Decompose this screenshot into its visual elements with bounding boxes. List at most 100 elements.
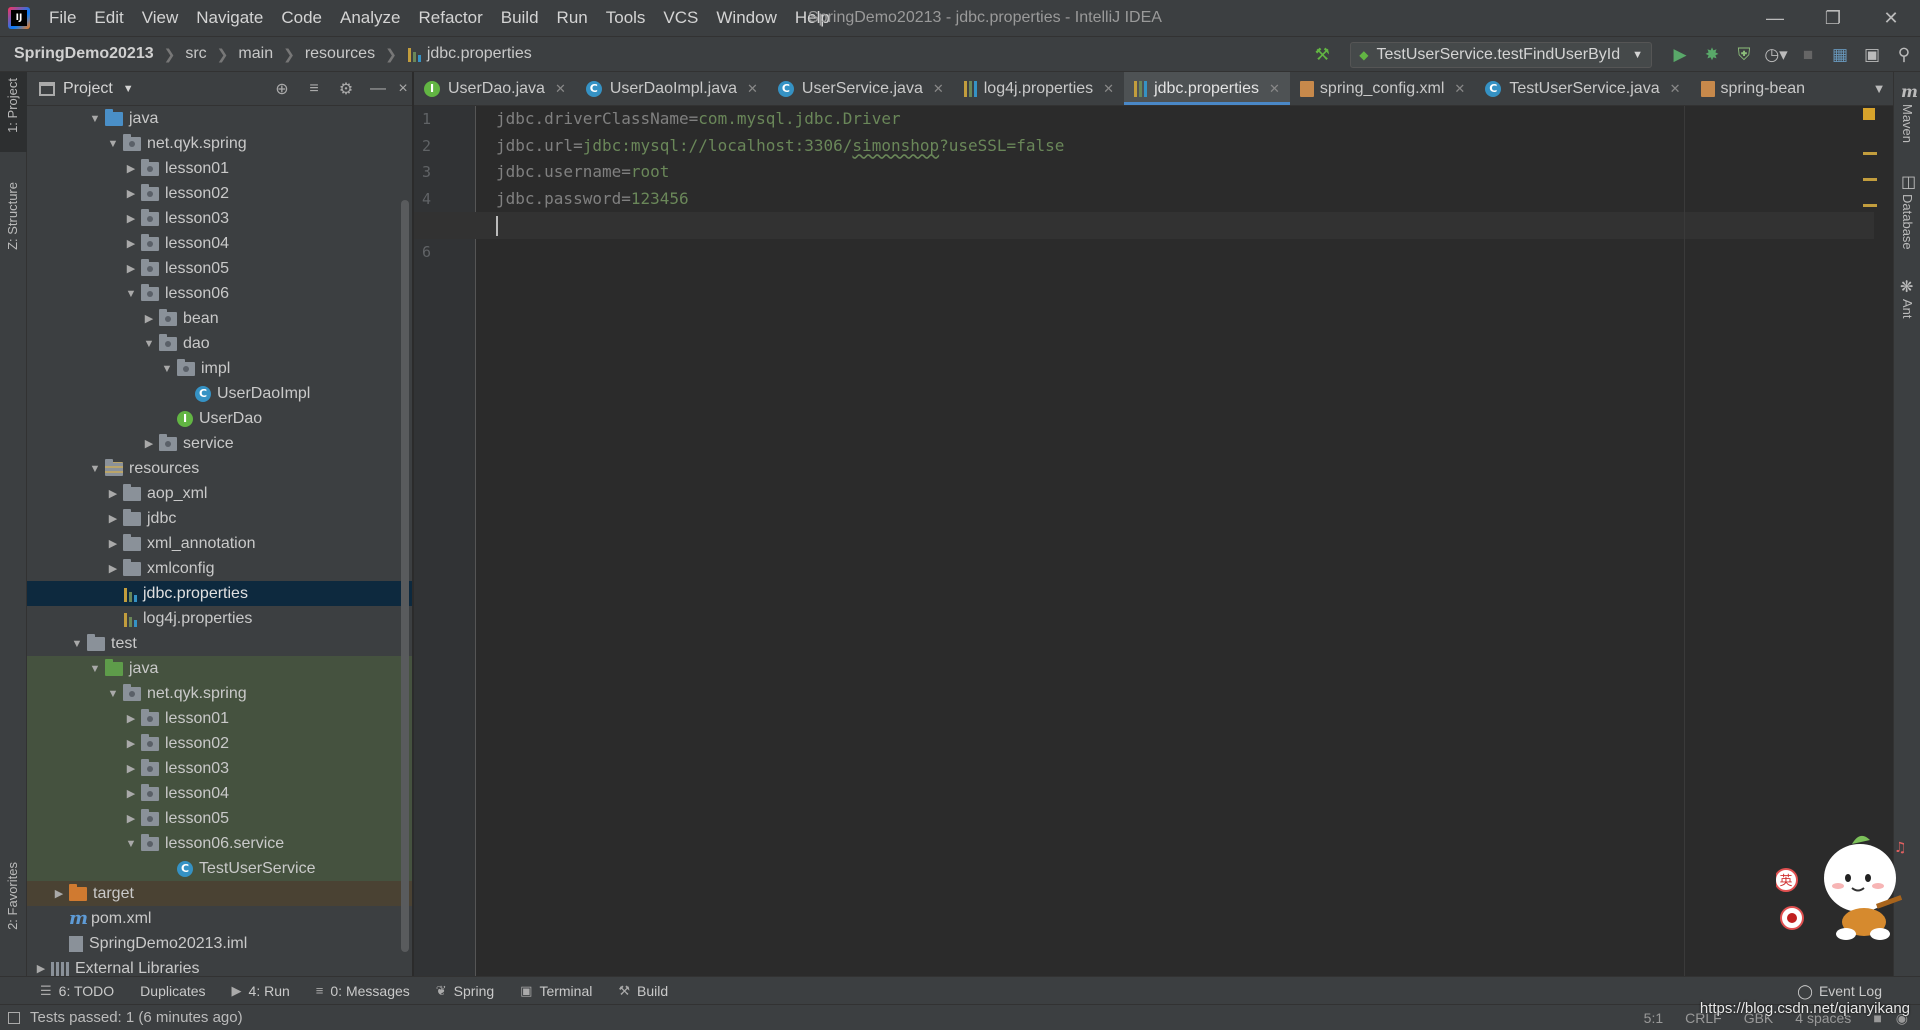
tree-item[interactable]: ▶ lesson02 — [27, 731, 412, 756]
expanded-arrow-icon[interactable]: ▼ — [67, 638, 87, 650]
collapsed-arrow-icon[interactable]: ▶ — [103, 487, 123, 500]
maven-tool-tab[interactable]: m Maven — [1894, 72, 1920, 152]
inspection-warning-icon[interactable] — [1863, 108, 1875, 120]
collapsed-arrow-icon[interactable]: ▶ — [121, 262, 141, 275]
tree-item[interactable]: ▶ lesson03 — [27, 756, 412, 781]
editor-tab[interactable]: jdbc.properties ✕ — [1124, 72, 1290, 105]
expanded-arrow-icon[interactable]: ▼ — [121, 838, 141, 850]
menu-view[interactable]: View — [133, 0, 188, 36]
editor-tab[interactable]: C UserService.java ✕ — [768, 72, 954, 105]
tree-item[interactable]: SpringDemo20213.iml — [27, 931, 412, 956]
collapsed-arrow-icon[interactable]: ▶ — [139, 437, 159, 450]
tree-item[interactable]: ▶ lesson05 — [27, 806, 412, 831]
tool-window-duplicates[interactable]: Duplicates — [140, 983, 205, 999]
menu-run[interactable]: Run — [548, 0, 597, 36]
menu-edit[interactable]: Edit — [85, 0, 132, 36]
tree-item[interactable]: ▶ lesson01 — [27, 706, 412, 731]
profile-icon[interactable]: ◷▾ — [1760, 37, 1792, 73]
menu-build[interactable]: Build — [492, 0, 548, 36]
expanded-arrow-icon[interactable]: ▼ — [121, 288, 141, 300]
tree-item[interactable]: ▶ xml_annotation — [27, 531, 412, 556]
code-area[interactable]: jdbc.driverClassName=com.mysql.jdbc.Driv… — [414, 106, 1874, 266]
tree-item[interactable]: ▼ test — [27, 631, 412, 656]
tree-item[interactable]: ▼ java — [27, 656, 412, 681]
editor-tab[interactable]: C UserDaoImpl.java ✕ — [576, 72, 768, 105]
tool-window-todo[interactable]: ☰ 6: TODO — [40, 983, 114, 999]
close-icon[interactable]: ✕ — [555, 81, 566, 97]
tree-item[interactable]: C UserDaoImpl — [27, 381, 412, 406]
code-line[interactable] — [484, 239, 1874, 266]
tree-item[interactable]: ▼ resources — [27, 456, 412, 481]
menu-navigate[interactable]: Navigate — [187, 0, 272, 36]
tree-item[interactable]: ▶ service — [27, 431, 412, 456]
hide-panel-icon[interactable]: — — [362, 80, 394, 98]
close-icon[interactable]: ✕ — [747, 81, 758, 97]
collapse-all-icon[interactable]: ≡ — [298, 80, 330, 98]
tree-item[interactable]: ▶ xmlconfig — [27, 556, 412, 581]
expanded-arrow-icon[interactable]: ▼ — [157, 363, 177, 375]
tree-item[interactable]: ▶ lesson05 — [27, 256, 412, 281]
project-scrollbar[interactable] — [401, 200, 409, 952]
menu-vcs[interactable]: VCS — [654, 0, 707, 36]
close-icon[interactable]: ✕ — [933, 81, 944, 97]
breadcrumb-item[interactable]: SpringDemo20213 — [0, 45, 156, 63]
tree-item[interactable]: ▶ jdbc — [27, 506, 412, 531]
tree-item[interactable]: C TestUserService — [27, 856, 412, 881]
warning-mark[interactable] — [1863, 152, 1877, 155]
tree-item[interactable]: ▶ lesson03 — [27, 206, 412, 231]
breadcrumb-item[interactable]: src — [183, 45, 208, 63]
tree-item[interactable]: ▶ lesson02 — [27, 181, 412, 206]
expanded-arrow-icon[interactable]: ▼ — [85, 463, 105, 475]
menu-tools[interactable]: Tools — [597, 0, 655, 36]
current-line[interactable] — [414, 212, 1874, 239]
tree-item[interactable]: ▶ lesson01 — [27, 156, 412, 181]
collapsed-arrow-icon[interactable]: ▶ — [103, 512, 123, 525]
collapsed-arrow-icon[interactable]: ▶ — [49, 887, 69, 900]
tree-item[interactable]: ▶ bean — [27, 306, 412, 331]
project-view-selector[interactable]: Project ▼ — [39, 80, 134, 98]
warning-mark[interactable] — [1863, 204, 1877, 207]
tree-item[interactable]: m pom.xml — [27, 906, 412, 931]
expanded-arrow-icon[interactable]: ▼ — [139, 338, 159, 350]
code-line[interactable]: jdbc.password=123456 — [484, 186, 1874, 213]
editor-tab[interactable]: spring-bean — [1691, 72, 1816, 105]
collapsed-arrow-icon[interactable]: ▶ — [121, 212, 141, 225]
status-message[interactable]: Tests passed: 1 (6 minutes ago) — [0, 1009, 243, 1026]
layout-icon[interactable]: ▣ — [1856, 37, 1888, 73]
structure-tool-tab[interactable]: Z: Structure — [0, 182, 27, 282]
close-icon[interactable]: × — [394, 80, 412, 98]
database-tool-tab[interactable]: ◫ Database — [1894, 172, 1920, 272]
tree-item[interactable]: ▼ impl — [27, 356, 412, 381]
warning-mark[interactable] — [1863, 178, 1877, 181]
tool-window-terminal[interactable]: ▣ Terminal — [520, 983, 592, 999]
editor-tab[interactable]: spring_config.xml ✕ — [1290, 72, 1475, 105]
code-line[interactable]: jdbc.username=root — [484, 159, 1874, 186]
tree-item[interactable]: ▼ net.qyk.spring — [27, 131, 412, 156]
tree-item[interactable]: ▼ dao — [27, 331, 412, 356]
collapsed-arrow-icon[interactable]: ▶ — [121, 737, 141, 750]
tool-window-messages[interactable]: ≡ 0: Messages — [316, 983, 410, 999]
expanded-arrow-icon[interactable]: ▼ — [85, 663, 105, 675]
expanded-arrow-icon[interactable]: ▼ — [103, 138, 123, 150]
restore-button[interactable]: ❐ — [1804, 0, 1862, 36]
stop-icon[interactable]: ■ — [1792, 37, 1824, 73]
menu-refactor[interactable]: Refactor — [409, 0, 491, 36]
breadcrumb-item[interactable]: jdbc.properties — [405, 45, 534, 63]
menu-analyze[interactable]: Analyze — [331, 0, 409, 36]
menu-file[interactable]: File — [40, 0, 85, 36]
menu-window[interactable]: Window — [707, 0, 785, 36]
build-hammer-icon[interactable]: ⚒ — [1306, 37, 1338, 73]
caret-position[interactable]: 5:1 — [1644, 1010, 1663, 1026]
project-structure-icon[interactable]: ▦ — [1824, 37, 1856, 73]
tool-window-run[interactable]: ▶ 4: Run — [232, 983, 290, 999]
tree-item[interactable]: ▶ lesson04 — [27, 231, 412, 256]
tool-window-build[interactable]: ⚒ Build — [618, 983, 668, 999]
collapsed-arrow-icon[interactable]: ▶ — [121, 712, 141, 725]
collapsed-arrow-icon[interactable]: ▶ — [103, 537, 123, 550]
tree-item[interactable]: ▼ java — [27, 106, 412, 131]
gear-icon[interactable]: ⚙ — [330, 79, 362, 99]
tree-item[interactable]: ▼ lesson06.service — [27, 831, 412, 856]
close-icon[interactable]: ✕ — [1269, 81, 1280, 97]
collapsed-arrow-icon[interactable]: ▶ — [139, 312, 159, 325]
debug-icon[interactable]: ✸ — [1696, 37, 1728, 73]
